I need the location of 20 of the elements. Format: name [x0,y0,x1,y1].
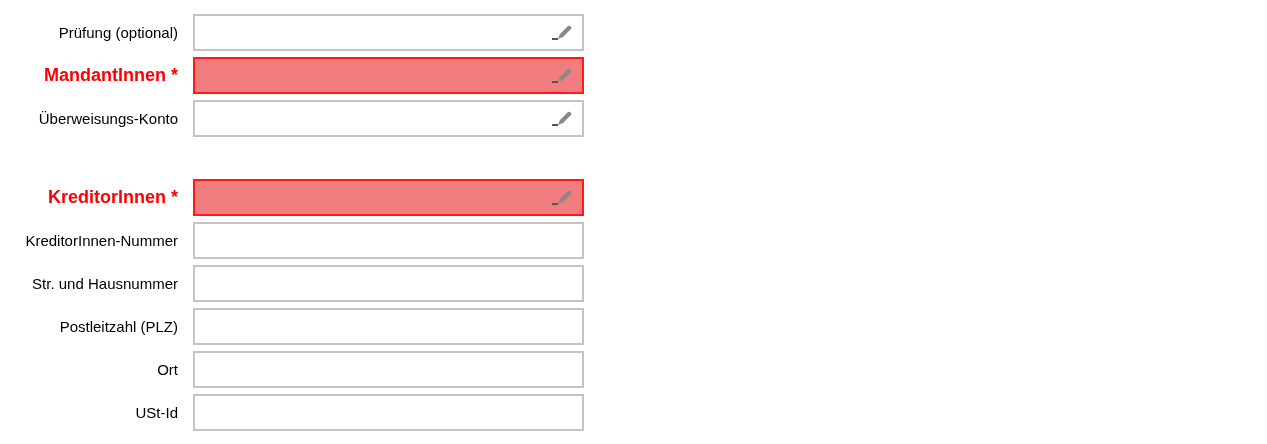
input-field[interactable] [193,351,584,388]
input-field[interactable] [193,14,584,51]
input-field[interactable] [193,222,584,259]
field-label: USt-Id [134,404,178,421]
field-label: Überweisungs-Konto [37,110,178,127]
pencil-icon[interactable] [552,109,574,128]
input-field[interactable] [193,57,584,94]
field-label: KreditorInnen-Nummer [24,232,178,249]
field-label: Ort [156,361,178,378]
input-field[interactable] [193,308,584,345]
input-field[interactable] [193,100,584,137]
field-label: KreditorInnen * [47,187,178,208]
field-label: Postleitzahl (PLZ) [58,318,178,335]
pencil-icon[interactable] [552,23,574,42]
input-field[interactable] [193,394,584,431]
input-field[interactable] [193,265,584,302]
field-label: Str. und Hausnummer [31,275,178,292]
input-field[interactable] [193,179,584,216]
field-label: Prüfung (optional) [57,24,178,41]
field-label: MandantInnen * [43,65,178,86]
